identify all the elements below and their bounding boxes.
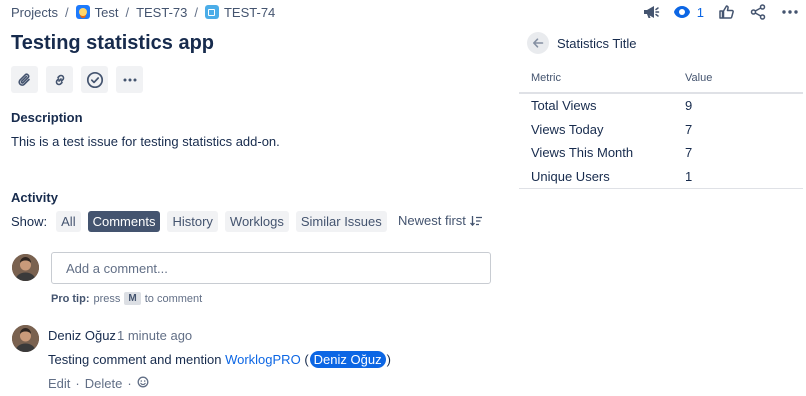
comment-body: Testing comment and mention WorklogPRO (… (48, 351, 391, 368)
table-header-row: Metric Value (519, 64, 803, 94)
comment-link[interactable]: WorklogPRO (225, 352, 301, 367)
user-mention[interactable]: Deniz Oğuz (309, 351, 386, 368)
check-circle-icon[interactable] (81, 66, 108, 93)
more-icon[interactable] (774, 0, 806, 24)
breadcrumb-parent-issue[interactable]: TEST-73 (136, 5, 187, 20)
project-avatar-icon (75, 5, 90, 19)
paren-close: ) (386, 352, 391, 367)
description-text[interactable]: This is a test issue for testing statist… (11, 134, 280, 149)
link-icon[interactable] (46, 66, 73, 93)
table-row: Views This Month 7 (519, 141, 803, 165)
back-arrow-icon[interactable] (527, 32, 549, 54)
metric-cell: Views Today (531, 121, 604, 137)
breadcrumb-issue[interactable]: TEST-74 (224, 5, 275, 20)
comment-author-avatar[interactable] (12, 325, 39, 352)
statistics-table: Metric Value Total Views 9 Views Today 7… (519, 64, 803, 189)
sort-descending-icon (469, 215, 482, 226)
column-header-value: Value (673, 64, 803, 94)
activity-heading: Activity (11, 190, 58, 205)
separator-dot: · (127, 376, 132, 391)
breadcrumb-separator: / (64, 4, 69, 20)
comment-timestamp[interactable]: 1 minute ago (117, 328, 192, 343)
issue-title[interactable]: Testing statistics app (11, 32, 214, 55)
issue-header-actions: 1 (635, 0, 806, 24)
thumbs-up-icon[interactable] (710, 0, 742, 24)
comment-text: Testing comment and mention (48, 352, 222, 367)
table-row: Total Views 9 (519, 93, 803, 118)
value-cell: 7 (685, 145, 693, 161)
separator-dot: · (75, 376, 80, 391)
filter-all[interactable]: All (56, 210, 81, 232)
sort-label: Newest first (398, 213, 466, 228)
delete-comment-button[interactable]: Delete (85, 376, 123, 391)
column-header-metric: Metric (519, 64, 673, 94)
breadcrumb: Projects / Test / TEST-73 / TEST-74 (11, 4, 275, 20)
breadcrumb-project[interactable]: Test (95, 5, 119, 20)
add-comment-input[interactable] (51, 252, 491, 284)
metric-cell: Views This Month (531, 145, 634, 161)
filter-history[interactable]: History (167, 210, 218, 232)
metric-cell: Total Views (531, 98, 597, 114)
pro-tip: Pro tip: press M to comment (51, 292, 202, 305)
subtask-type-icon (204, 5, 219, 19)
paren-open: ( (304, 352, 309, 367)
breadcrumb-separator: / (194, 4, 198, 20)
filter-similar-issues[interactable]: Similar Issues (295, 210, 387, 232)
share-icon[interactable] (742, 0, 774, 24)
keyboard-shortcut-key: M (124, 292, 141, 305)
description-heading: Description (11, 110, 83, 125)
pro-tip-press: press (93, 292, 121, 305)
value-cell: 1 (673, 164, 803, 189)
table-row: Unique Users 1 (519, 164, 803, 189)
current-user-avatar (12, 254, 39, 281)
attachment-icon[interactable] (11, 66, 38, 93)
more-icon[interactable] (116, 66, 143, 93)
issue-toolbar (11, 66, 143, 93)
table-row: Views Today 7 (519, 118, 803, 142)
eye-icon (673, 6, 690, 18)
comment-actions: Edit · Delete · (48, 376, 149, 391)
watch-button[interactable]: 1 (667, 0, 710, 24)
value-cell: 7 (685, 121, 693, 137)
pro-tip-label: Pro tip: (51, 292, 90, 305)
add-reaction-icon[interactable] (137, 376, 149, 391)
megaphone-icon[interactable] (635, 0, 667, 24)
filter-comments[interactable]: Comments (87, 210, 161, 232)
watch-count: 1 (696, 4, 704, 20)
statistics-panel-header: Statistics Title (527, 32, 636, 54)
comment-author[interactable]: Deniz Oğuz (48, 328, 116, 343)
pro-tip-suffix: to comment (144, 292, 203, 305)
statistics-panel-title: Statistics Title (557, 35, 637, 51)
sort-order-button[interactable]: Newest first (398, 213, 483, 228)
filter-worklogs[interactable]: Worklogs (224, 210, 289, 232)
edit-comment-button[interactable]: Edit (48, 376, 70, 391)
metric-cell: Unique Users (519, 164, 673, 189)
breadcrumb-separator: / (125, 4, 130, 20)
activity-filter-bar: Show: All Comments History Worklogs Simi… (11, 210, 390, 232)
value-cell: 9 (685, 98, 693, 114)
show-label: Show: (11, 213, 48, 229)
breadcrumb-projects[interactable]: Projects (11, 5, 58, 20)
